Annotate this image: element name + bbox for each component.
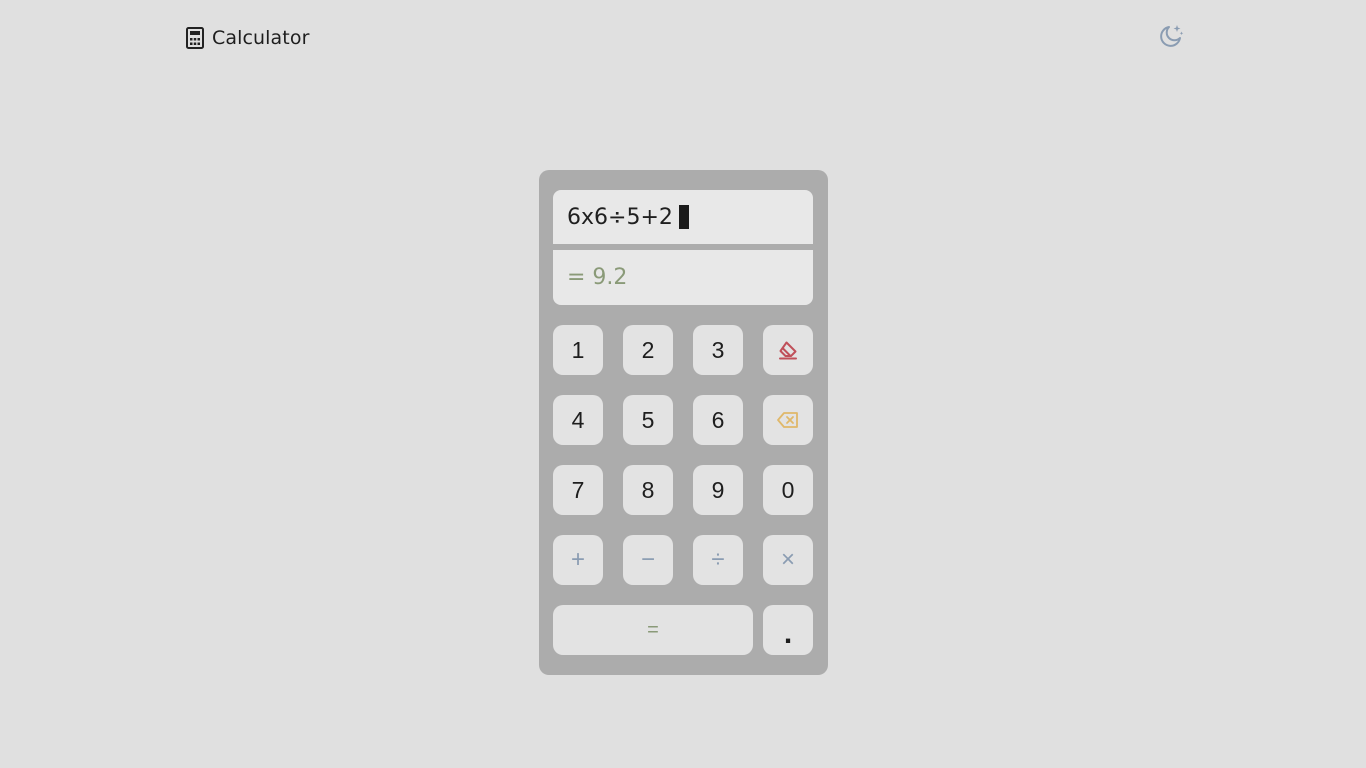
key-3[interactable]: 3 <box>693 325 743 375</box>
result-text: = 9.2 <box>567 265 628 290</box>
key-4[interactable]: 4 <box>553 395 603 445</box>
moon-stars-icon <box>1158 23 1184 49</box>
page: Calculator 6x6÷5+2 = 9.2 1 2 3 4 5 6 7 8… <box>0 0 1366 768</box>
result-display: = 9.2 <box>553 250 813 305</box>
multiply-button[interactable]: × <box>763 535 813 585</box>
calculator: 6x6÷5+2 = 9.2 1 2 3 4 5 6 7 8 9 0 + − ÷ … <box>539 170 828 675</box>
expression-display[interactable]: 6x6÷5+2 <box>553 190 813 244</box>
divide-button[interactable]: ÷ <box>693 535 743 585</box>
eraser-icon <box>777 339 799 361</box>
equals-button[interactable]: = <box>553 605 753 655</box>
app-header: Calculator <box>186 27 309 49</box>
app-title: Calculator <box>212 27 310 49</box>
backspace-button[interactable] <box>763 395 813 445</box>
backspace-icon <box>776 410 800 430</box>
calculator-icon <box>186 27 204 49</box>
key-2[interactable]: 2 <box>623 325 673 375</box>
minus-button[interactable]: − <box>623 535 673 585</box>
key-7[interactable]: 7 <box>553 465 603 515</box>
theme-toggle-button[interactable] <box>1158 23 1184 49</box>
key-0[interactable]: 0 <box>763 465 813 515</box>
expression-text: 6x6÷5+2 <box>567 204 673 230</box>
key-8[interactable]: 8 <box>623 465 673 515</box>
key-1[interactable]: 1 <box>553 325 603 375</box>
key-9[interactable]: 9 <box>693 465 743 515</box>
clear-button[interactable] <box>763 325 813 375</box>
plus-button[interactable]: + <box>553 535 603 585</box>
text-cursor <box>678 205 689 229</box>
key-5[interactable]: 5 <box>623 395 673 445</box>
decimal-button[interactable]: . <box>763 605 813 655</box>
key-6[interactable]: 6 <box>693 395 743 445</box>
